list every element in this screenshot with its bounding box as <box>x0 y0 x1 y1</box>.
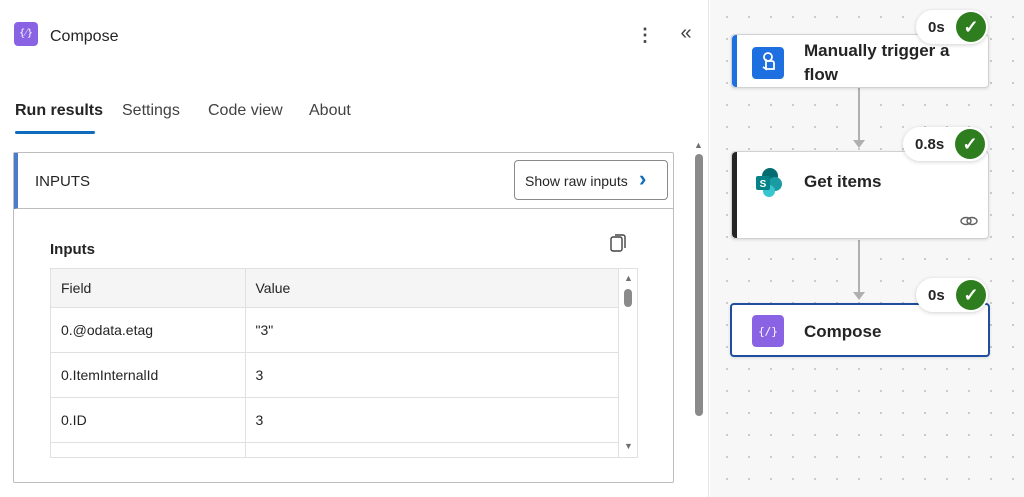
panel-title: Compose <box>50 28 119 45</box>
node-accent-bar <box>732 152 737 238</box>
table-row: 0.@odata.etag "3" <box>51 307 619 353</box>
connector-arrow-icon <box>853 292 865 300</box>
show-raw-inputs-label: Show raw inputs <box>525 173 628 189</box>
svg-text:{/}: {/} <box>758 325 778 338</box>
double-chevron-left-icon: « <box>680 22 692 44</box>
field-cell: 0.ID <box>51 397 246 443</box>
value-cell: "3" <box>245 307 619 353</box>
run-status-badge: 0s ✓ <box>916 10 988 44</box>
duration-label: 0s <box>928 19 945 36</box>
scrollbar-thumb[interactable] <box>695 154 703 416</box>
column-header-value: Value <box>245 269 619 308</box>
table-scrollbar[interactable]: ▲ ▼ <box>620 269 637 457</box>
table-row: 0.ItemInternalId 3 <box>51 352 619 398</box>
success-check-icon: ✓ <box>956 12 986 42</box>
flow-node-get-items[interactable]: S Get items <box>731 151 989 239</box>
chevron-right-icon: › <box>639 166 647 191</box>
node-title: Compose <box>804 322 882 341</box>
scroll-up-arrow-icon[interactable]: ▲ <box>694 140 703 150</box>
connector-line <box>858 240 860 292</box>
panel-scrollbar[interactable]: ▲ <box>692 140 706 420</box>
more-vertical-icon: ⋮ <box>636 25 654 45</box>
active-tab-indicator <box>15 131 95 134</box>
run-status-badge: 0s ✓ <box>916 278 988 312</box>
tab-settings[interactable]: Settings <box>122 102 180 120</box>
node-accent-bar <box>732 35 737 87</box>
table-row <box>51 442 619 457</box>
inputs-card: INPUTS Show raw inputs › Inputs Field Va… <box>13 152 674 483</box>
show-raw-inputs-button[interactable]: Show raw inputs › <box>514 160 668 200</box>
field-cell <box>51 442 246 457</box>
table-header-row: Field Value <box>51 269 619 308</box>
success-check-icon: ✓ <box>956 280 986 310</box>
link-icon[interactable] <box>960 214 978 228</box>
flow-designer-canvas: Manually trigger a flow 0s ✓ S Get items… <box>710 0 1024 497</box>
sharepoint-icon: S <box>756 168 782 197</box>
duration-label: 0.8s <box>915 136 945 153</box>
inputs-section-label: Inputs <box>50 241 95 258</box>
field-cell: 0.ItemInternalId <box>51 352 246 398</box>
compose-icon: {⁄} <box>14 22 38 46</box>
scroll-down-arrow-icon[interactable]: ▼ <box>624 441 633 451</box>
success-check-icon: ✓ <box>955 129 985 159</box>
more-options-button[interactable]: ⋮ <box>633 22 657 50</box>
inputs-header[interactable]: INPUTS Show raw inputs › <box>14 153 673 209</box>
tab-about[interactable]: About <box>309 102 351 120</box>
scrollbar-thumb[interactable] <box>624 289 632 307</box>
node-title: Get items <box>804 172 882 191</box>
compose-icon: {/} <box>752 315 784 347</box>
value-cell: 3 <box>245 397 619 443</box>
inputs-header-label: INPUTS <box>35 173 91 190</box>
svg-text:S: S <box>760 179 767 190</box>
table-row: 0.ID 3 <box>51 397 619 443</box>
collapse-panel-button[interactable]: « <box>673 20 699 48</box>
connector-line <box>858 88 860 140</box>
tab-run-results[interactable]: Run results <box>15 102 103 120</box>
node-title: Manually trigger a flow <box>804 41 950 84</box>
copy-icon[interactable] <box>610 233 628 253</box>
manual-trigger-icon <box>752 47 784 79</box>
scroll-up-arrow-icon[interactable]: ▲ <box>624 273 633 283</box>
value-cell: 3 <box>245 352 619 398</box>
run-status-badge: 0.8s ✓ <box>903 127 988 161</box>
action-details-panel: {⁄} Compose ⋮ « Run results Settings Cod… <box>0 0 709 497</box>
column-header-field: Field <box>51 269 246 308</box>
value-cell <box>245 442 619 457</box>
connector-arrow-icon <box>853 140 865 148</box>
duration-label: 0s <box>928 287 945 304</box>
field-cell: 0.@odata.etag <box>51 307 246 353</box>
inputs-table: Field Value 0.@odata.etag "3" 0.ItemInte… <box>50 268 638 458</box>
tab-code-view[interactable]: Code view <box>208 102 283 120</box>
